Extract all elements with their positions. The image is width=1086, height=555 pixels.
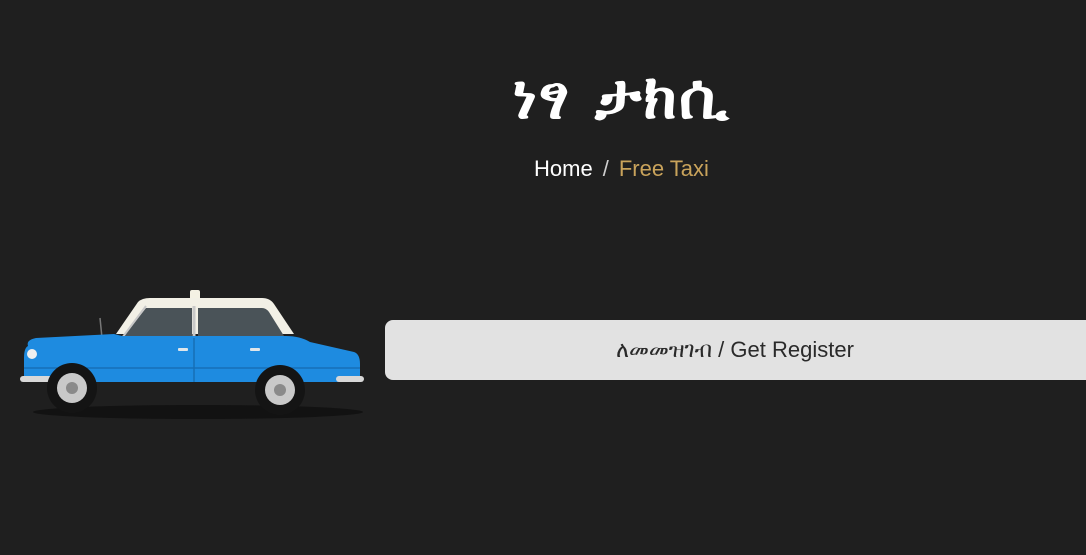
breadcrumb: Home / Free Taxi xyxy=(0,154,1086,184)
get-register-button[interactable]: ለመመዝገብ / Get Register xyxy=(385,320,1086,380)
page-title: ነፃ ታክሲ xyxy=(512,60,731,133)
hero-section: ነፃ ታክሲ Home / Free Taxi ለመመዝገብ / Get Reg… xyxy=(0,0,1086,555)
breadcrumb-separator: / xyxy=(602,156,609,181)
get-register-label: ለመመዝገብ / Get Register xyxy=(616,337,854,362)
taxi-car-icon xyxy=(20,290,364,419)
breadcrumb-home-link[interactable]: Home xyxy=(534,156,593,181)
breadcrumb-current: Free Taxi xyxy=(618,156,709,181)
